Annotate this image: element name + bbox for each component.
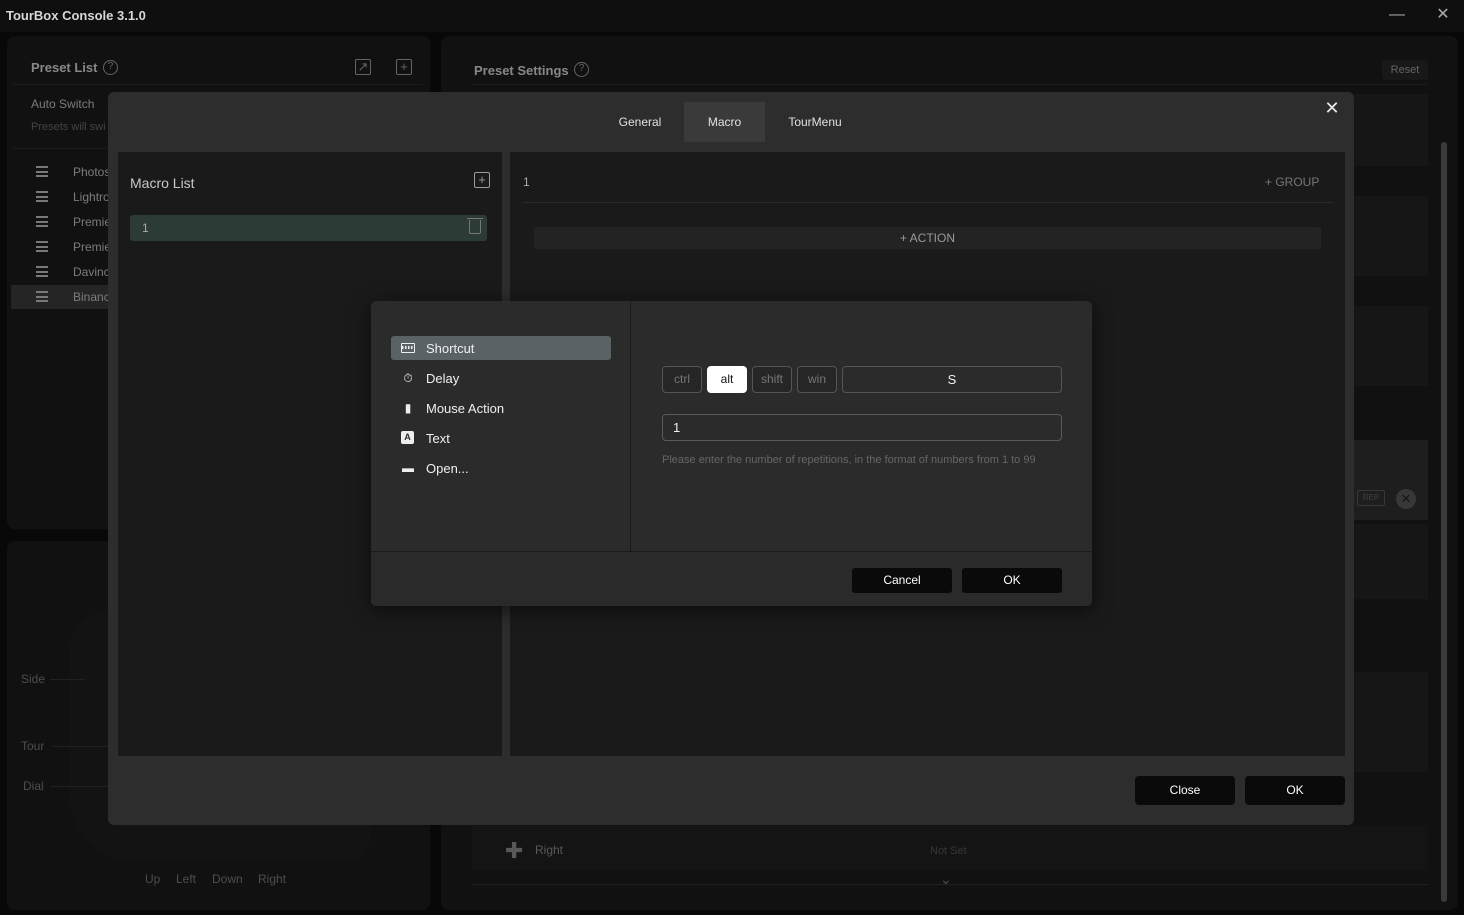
add-action-button[interactable]: + ACTION xyxy=(534,227,1321,249)
close-icon[interactable]: ✕ xyxy=(1322,98,1342,118)
shortcut-key-field[interactable]: S xyxy=(842,366,1062,393)
ok-button[interactable]: OK xyxy=(962,568,1062,593)
stopwatch-icon: ⏱ xyxy=(403,371,413,385)
title-bar: TourBox Console 3.1.0 — ✕ xyxy=(0,0,1464,32)
macro-name: 1 xyxy=(523,175,530,189)
modifier-shift[interactable]: shift xyxy=(752,366,792,393)
modifier-win[interactable]: win xyxy=(797,366,837,393)
text-icon: A xyxy=(401,431,414,444)
action-type-shortcut[interactable]: Shortcut xyxy=(391,336,611,360)
action-type-text[interactable]: A Text xyxy=(391,426,611,450)
action-type-label: Delay xyxy=(426,371,460,386)
action-type-label: Shortcut xyxy=(426,341,475,356)
action-type-delay[interactable]: ⏱ Delay xyxy=(391,366,611,390)
cancel-button[interactable]: Cancel xyxy=(852,568,952,593)
tab-macro[interactable]: Macro xyxy=(684,102,765,142)
ok-button[interactable]: OK xyxy=(1245,776,1345,805)
mouse-icon: ▮ xyxy=(404,401,412,415)
minimize-button[interactable]: — xyxy=(1383,4,1411,26)
macro-list-item[interactable]: 1 xyxy=(130,215,487,241)
action-type-list: Shortcut ⏱ Delay ▮ Mouse Action A Text ▬… xyxy=(371,301,631,551)
tab-general[interactable]: General xyxy=(604,102,676,142)
add-group-button[interactable]: + GROUP xyxy=(1265,175,1319,189)
action-type-mouse[interactable]: ▮ Mouse Action xyxy=(391,396,611,420)
action-type-label: Text xyxy=(426,431,450,446)
modifier-ctrl[interactable]: ctrl xyxy=(662,366,702,393)
app-title: TourBox Console 3.1.0 xyxy=(6,8,146,23)
action-type-label: Open... xyxy=(426,461,469,476)
repetitions-input[interactable]: 1 xyxy=(662,414,1062,441)
repetitions-hint: Please enter the number of repetitions, … xyxy=(662,454,1036,466)
close-window-button[interactable]: ✕ xyxy=(1429,4,1457,26)
macro-item-label: 1 xyxy=(142,221,149,235)
modifier-alt[interactable]: alt xyxy=(707,366,747,393)
action-type-label: Mouse Action xyxy=(426,401,505,416)
action-dialog: Shortcut ⏱ Delay ▮ Mouse Action A Text ▬… xyxy=(371,301,1092,606)
add-macro-icon[interactable]: + xyxy=(474,172,490,188)
tab-tourmenu[interactable]: TourMenu xyxy=(778,102,852,142)
keyboard-icon xyxy=(401,343,415,353)
close-button[interactable]: Close xyxy=(1135,776,1235,805)
action-type-open[interactable]: ▬ Open... xyxy=(391,456,611,480)
macro-list-title: Macro List xyxy=(130,175,195,191)
action-dialog-footer: Cancel OK xyxy=(371,551,1092,606)
trash-icon[interactable] xyxy=(467,218,483,234)
folder-icon: ▬ xyxy=(402,461,414,475)
